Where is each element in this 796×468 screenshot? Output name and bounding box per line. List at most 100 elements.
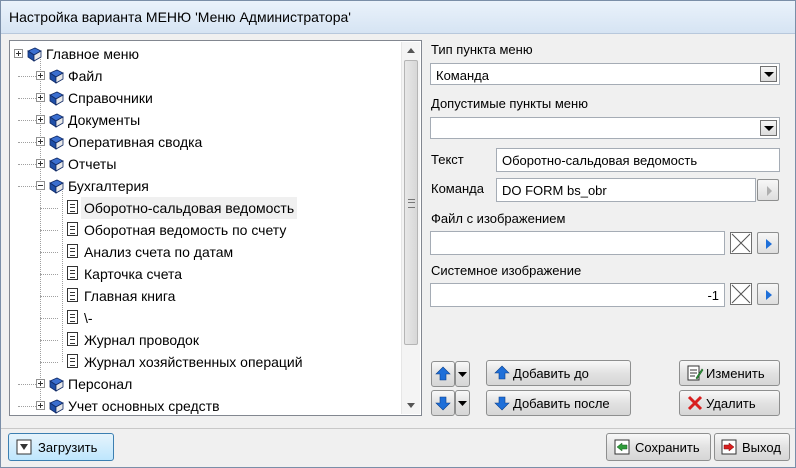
tree-label: Учет основных средств (68, 398, 220, 414)
expand-icon[interactable] (36, 71, 45, 80)
image-file-field[interactable] (430, 231, 725, 255)
add-before-label: Добавить до (513, 366, 589, 381)
add-before-button[interactable]: Добавить до (486, 360, 631, 386)
chevron-down-icon[interactable] (760, 120, 777, 136)
scroll-up-button[interactable] (402, 42, 420, 59)
item-type-value: Команда (436, 68, 489, 83)
arrow-down-icon (407, 403, 415, 408)
tree-item[interactable]: Главная книга (10, 285, 395, 307)
scroll-thumb[interactable] (404, 60, 418, 345)
tree-item[interactable]: Оборотная ведомость по счету (10, 219, 395, 241)
play-icon (766, 239, 772, 249)
tree-item[interactable]: Журнал хозяйственных операций (10, 351, 395, 373)
expand-icon[interactable] (14, 49, 23, 58)
tree-folder[interactable]: Документы (10, 109, 395, 131)
document-icon (67, 266, 78, 280)
arrow-down-icon (435, 396, 451, 411)
tree-folder[interactable]: Отчеты (10, 153, 395, 175)
tree-line (18, 98, 36, 99)
move-up-dropdown-button[interactable] (455, 361, 470, 387)
tree-label: Бухгалтерия (68, 178, 149, 194)
tree-folder[interactable]: Файл (10, 65, 395, 87)
document-icon (67, 200, 78, 214)
document-icon (67, 354, 78, 368)
tree-label: Главная книга (84, 288, 176, 304)
move-down-dropdown-button[interactable] (455, 390, 470, 416)
image-file-clear-button[interactable] (730, 232, 752, 254)
exit-label: Выход (742, 440, 781, 455)
tree-folder[interactable]: Бухгалтерия (10, 175, 395, 197)
book-icon (48, 134, 64, 150)
tree-label: Персонал (68, 376, 133, 392)
save-icon (614, 439, 630, 455)
exit-button[interactable]: Выход (714, 433, 790, 461)
add-after-button[interactable]: Добавить после (486, 390, 631, 416)
tree-scrollbar[interactable] (401, 42, 420, 414)
tree-label: Оборотная ведомость по счету (84, 222, 287, 238)
chevron-down-icon[interactable] (760, 66, 777, 82)
book-icon (26, 46, 42, 62)
tree-item[interactable]: \- (10, 307, 395, 329)
system-image-field[interactable]: -1 (430, 283, 725, 307)
item-type-label: Тип пункта меню (431, 42, 533, 57)
tree-folder[interactable]: Оперативная сводка (10, 131, 395, 153)
arrow-down-icon (494, 396, 510, 411)
text-field[interactable]: Оборотно-сальдовая ведомость (496, 148, 780, 172)
tree-item[interactable]: Карточка счета (10, 263, 395, 285)
tree-item[interactable]: Анализ счета по датам (10, 241, 395, 263)
menu-tree[interactable]: Главное меню Файл Справочники Документы Опер… (9, 40, 422, 416)
item-type-select[interactable]: Команда (430, 63, 780, 85)
tree-line (18, 384, 36, 385)
edit-button[interactable]: Изменить (679, 360, 780, 386)
collapse-icon[interactable] (36, 181, 45, 190)
chevron-down-icon (458, 372, 467, 377)
system-image-clear-button[interactable] (730, 283, 752, 305)
book-icon (48, 112, 64, 128)
allowed-items-select[interactable] (430, 117, 780, 139)
system-image-browse-button[interactable] (757, 283, 779, 305)
grip-icon (408, 199, 415, 208)
tree-folder[interactable]: Учет основных средств (10, 395, 395, 415)
tree-label: Главное меню (46, 46, 140, 62)
save-button[interactable]: Сохранить (606, 433, 711, 461)
play-disabled-icon (767, 186, 772, 196)
tree-line (40, 252, 58, 253)
book-icon (48, 90, 64, 106)
allowed-items-label: Допустимые пункты меню (431, 96, 588, 111)
tree-line (18, 164, 36, 165)
expand-icon[interactable] (36, 115, 45, 124)
tree-folder[interactable]: Персонал (10, 373, 395, 395)
arrow-up-icon (435, 366, 451, 381)
save-label: Сохранить (635, 440, 700, 455)
tree-line (18, 76, 36, 77)
tree-item[interactable]: Оборотно-сальдовая ведомость (10, 197, 395, 219)
document-icon (67, 222, 78, 236)
tree-item[interactable]: Журнал проводок (10, 329, 395, 351)
expand-icon[interactable] (36, 159, 45, 168)
expand-icon[interactable] (36, 401, 45, 410)
tree-line (18, 186, 36, 187)
document-icon (67, 288, 78, 302)
system-image-label: Системное изображение (431, 263, 582, 278)
expand-icon[interactable] (36, 379, 45, 388)
load-icon (16, 439, 32, 455)
command-field[interactable]: DO FORM bs_obr (496, 178, 756, 202)
book-icon (48, 398, 64, 414)
image-file-browse-button[interactable] (757, 232, 779, 254)
scroll-down-button[interactable] (402, 397, 420, 414)
tree-line (18, 142, 36, 143)
tree-folder[interactable]: Главное меню (10, 43, 395, 65)
move-up-button[interactable] (431, 361, 455, 387)
tree-line (40, 230, 58, 231)
menu-settings-window: Настройка варианта МЕНЮ 'Меню Администра… (0, 0, 796, 468)
edit-icon (687, 365, 704, 381)
tree-folder[interactable]: Справочники (10, 87, 395, 109)
expand-icon[interactable] (36, 137, 45, 146)
expand-icon[interactable] (36, 93, 45, 102)
delete-button[interactable]: Удалить (679, 390, 780, 416)
command-run-button[interactable] (757, 179, 779, 201)
document-icon (67, 310, 78, 324)
move-down-button[interactable] (431, 390, 455, 416)
edit-label: Изменить (706, 366, 765, 381)
load-button[interactable]: Загрузить (8, 433, 114, 461)
